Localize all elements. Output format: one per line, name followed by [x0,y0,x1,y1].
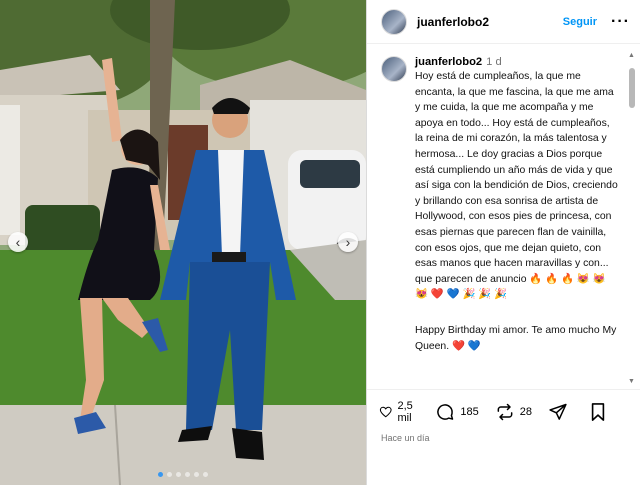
caption-username[interactable]: juanferlobo2 [415,56,482,68]
save-button[interactable] [589,402,612,422]
instagram-post-view: ‹ › juanferlobo2 Seguir ··· juanferlobo2… [0,0,640,485]
post-image [0,0,366,485]
chevron-right-icon: › [345,234,351,250]
repost-icon [497,403,513,420]
carousel-dot [176,472,181,477]
caption-text: Hoy está de cumpleaños, la que me encant… [415,71,618,301]
scroll-down-icon[interactable]: ▼ [628,378,635,385]
caption-meta: juanferlobo2 1 d [415,56,620,68]
carousel-dot [185,472,190,477]
heart-icon [379,406,392,417]
post-photo[interactable]: ‹ › [0,0,366,485]
carousel-dot [203,472,208,477]
avatar[interactable] [381,8,407,35]
more-options-icon[interactable]: ··· [611,13,630,29]
comment-icon [437,403,454,420]
chevron-left-icon: ‹ [15,234,21,250]
carousel-dot [158,472,163,477]
bookmark-icon [591,402,605,421]
carousel-dot [194,472,199,477]
comments-scrollbar[interactable]: ▲ ▼ [626,52,637,385]
caption-time[interactable]: 1 d [486,56,502,68]
scrollbar-thumb[interactable] [629,68,635,108]
send-icon [549,403,567,420]
post-username[interactable]: juanferlobo2 [417,15,489,29]
caption-avatar[interactable] [381,56,407,82]
footer-spacer [367,455,640,485]
follow-button[interactable]: Seguir [563,16,597,28]
action-bar: 2,5 mil 185 28 [367,389,640,433]
reposts-count: 28 [519,405,532,418]
comments-area[interactable]: juanferlobo2 1 d Hoy está de cumpleaños, … [367,44,640,389]
like-button[interactable]: 2,5 mil [379,400,419,424]
comments-count: 185 [460,405,479,418]
post-side-panel: juanferlobo2 Seguir ··· juanferlobo2 1 d … [366,0,640,485]
caption-item: juanferlobo2 1 d Hoy está de cumpleaños, … [381,56,620,354]
carousel-next-button[interactable]: › [338,232,358,252]
post-header: juanferlobo2 Seguir ··· [367,0,640,44]
carousel-dot [167,472,172,477]
share-button[interactable] [548,402,573,422]
likes-count: 2,5 mil [397,399,413,424]
post-timestamp[interactable]: Hace un día [367,433,640,455]
carousel-indicator [0,472,366,477]
carousel-prev-button[interactable]: ‹ [8,232,28,252]
comment-button[interactable]: 185 [435,402,479,422]
repost-button[interactable]: 28 [495,402,532,422]
caption-text-closing: Happy Birthday mi amor. Te amo mucho My … [415,324,617,352]
caption-body: juanferlobo2 1 d Hoy está de cumpleaños, … [415,56,620,354]
scroll-up-icon[interactable]: ▲ [628,52,635,59]
